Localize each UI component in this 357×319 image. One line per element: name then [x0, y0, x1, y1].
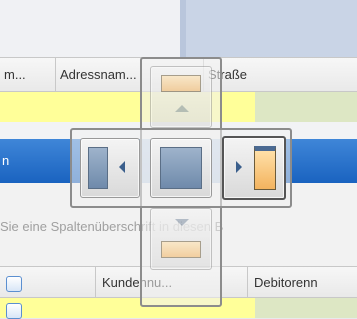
grid-top-row[interactable] [0, 92, 357, 122]
panel-splitter[interactable] [180, 0, 186, 57]
top-panel [0, 0, 357, 57]
divider [0, 122, 357, 139]
column-header-name[interactable]: m... [0, 58, 56, 92]
row-cell [255, 298, 357, 318]
grid-bottom-header: Kundennu... Debitorenn [0, 266, 357, 298]
group-by-hint: Sie eine Spaltenüberschrift in diesen B [0, 219, 224, 234]
grid-bottom-row[interactable] [0, 298, 357, 319]
checkbox-icon[interactable] [6, 275, 22, 292]
selected-row[interactable]: n [0, 139, 357, 183]
column-header-adressname[interactable]: Adressnam... [56, 58, 204, 92]
select-all-cell[interactable] [0, 267, 96, 298]
row-cell [255, 92, 357, 122]
row-checkbox[interactable] [6, 302, 22, 319]
checkbox-icon[interactable] [6, 302, 22, 319]
group-by-panel[interactable]: Sie eine Spaltenüberschrift in diesen B [0, 183, 357, 266]
selected-row-label: n [2, 153, 10, 168]
grid-top-header: m... Adressnam... Straße [0, 57, 357, 92]
column-header-debitorennummer[interactable]: Debitorenn [248, 267, 357, 298]
column-header-strasse[interactable]: Straße [204, 58, 357, 92]
column-header-kundennummer[interactable]: Kundennu... [96, 267, 248, 298]
